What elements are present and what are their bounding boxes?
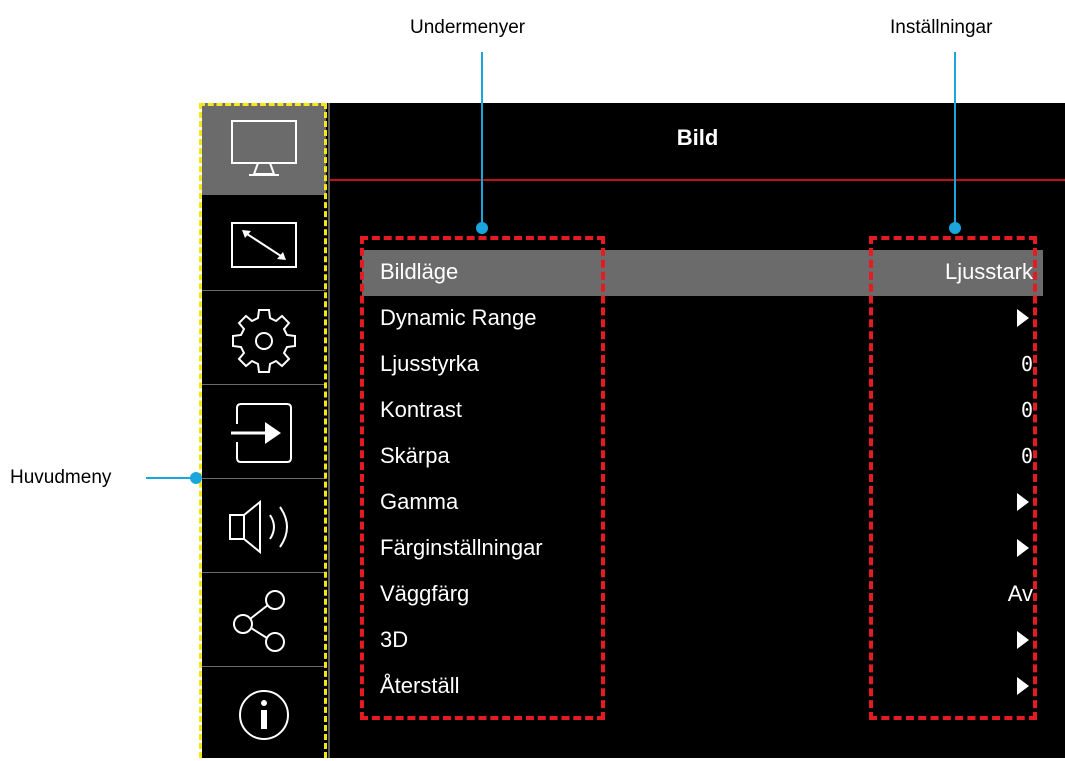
main-menu-frame [199, 103, 327, 758]
main-menu-callout-line [146, 477, 196, 479]
main-menu-callout-dot [190, 472, 202, 484]
settings-callout-line [954, 52, 956, 228]
submenus-callout-line [481, 52, 483, 228]
submenus-frame [360, 236, 605, 720]
settings-callout-label: Inställningar [890, 17, 993, 38]
submenus-callout-dot [476, 222, 488, 234]
settings-frame [869, 236, 1037, 720]
settings-callout-dot [949, 222, 961, 234]
main-menu-callout-label: Huvudmeny [10, 467, 112, 488]
submenus-callout-label: Undermenyer [410, 17, 526, 38]
sidebar-divider [328, 103, 330, 758]
